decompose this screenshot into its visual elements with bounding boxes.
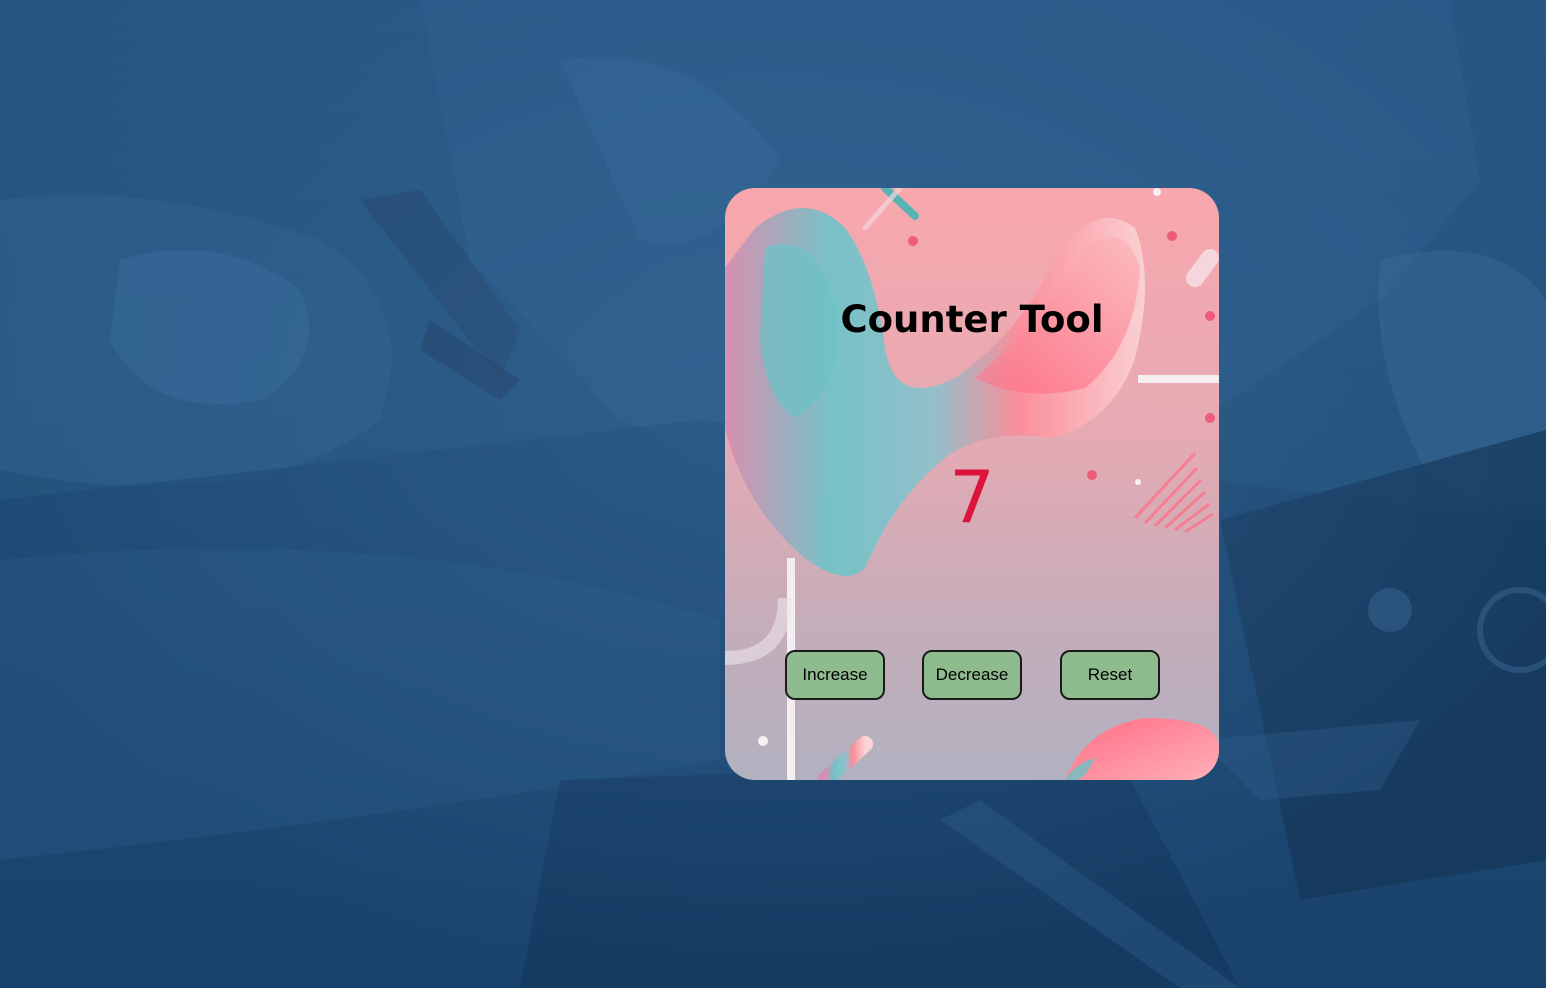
decrease-button[interactable]: Decrease [922, 650, 1022, 700]
counter-value: 7 [949, 455, 995, 539]
counter-card: Counter Tool 7 Increase Decrease Reset [725, 188, 1219, 780]
increase-button[interactable]: Increase [785, 650, 885, 700]
reset-button[interactable]: Reset [1060, 650, 1160, 700]
page-title: Counter Tool [840, 298, 1104, 341]
